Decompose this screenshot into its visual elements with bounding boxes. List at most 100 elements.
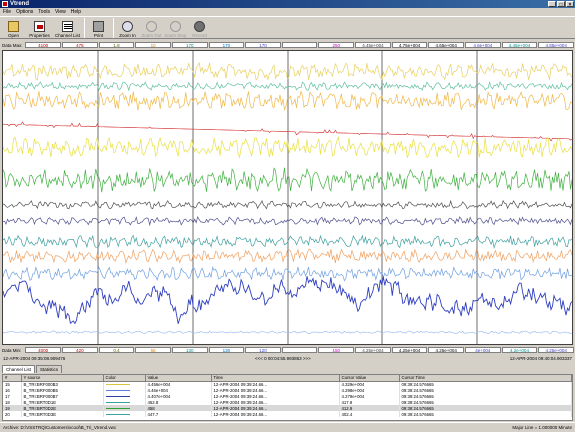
data-min-value: 4000 [25,347,61,353]
trend-trace [3,248,572,264]
trend-canvas[interactable] [3,51,572,344]
archive-path: Archive: D:\VSSTRQ\Customers\vcool\B_Tri… [3,425,117,430]
trend-trace [3,276,572,325]
data-max-value: 4.45e+004 [501,42,538,48]
data-max-value: 4100 [25,42,61,48]
data-min-value: 4.25e+004 [355,347,391,353]
zoom-stop-button[interactable]: Zoom Stop [164,17,187,39]
channel-grid[interactable]: # Y source Color Value Time Cursor Value… [2,374,573,421]
color-swatch [105,407,130,409]
trend-trace [3,215,572,227]
bottom-tabs: Channel List Statistics [2,365,63,373]
trend-trace [3,330,572,335]
row-source: B_TRI:BRT0D3E [21,411,104,417]
menu-file[interactable]: File [3,8,11,16]
color-swatch [105,389,130,391]
toolbar-separator [84,18,85,38]
color-swatch [105,401,130,403]
data-max-value: 1.8 [98,42,135,48]
data-max-label: Data Max: [2,42,23,48]
row-value: 447.7 [145,411,212,417]
menu-view[interactable]: View [55,8,66,16]
trend-trace [3,266,572,282]
properties-button[interactable]: Properties [26,17,53,39]
minimize-button[interactable]: _ [548,1,556,8]
data-min-value: 130 [208,347,245,353]
major-line-info: Major Line = 1.000000 Minute [512,425,572,430]
trend-trace [3,167,572,193]
trend-trace [3,199,572,210]
data-max-bar: Data Max: 4100 475 1.8 10 170 170 170 250 4.45e+… [0,41,575,49]
data-min-value: 0.4 [98,347,135,353]
row-time: 12-APR-2004 09:39:24.66... [211,411,340,417]
trend-trace [3,121,572,142]
record-icon [194,21,205,32]
data-max-value: 170 [245,42,281,48]
trend-plot[interactable] [2,50,573,345]
menu-tools[interactable]: Tools [38,8,50,16]
data-min-bar: Data Min: 4000 420 0.4 55 130 130 120 150 4.25e+… [0,346,575,354]
data-max-value: 4.75e+004 [391,42,428,48]
row-cursor-value: 402.4 [339,411,400,417]
tab-statistics[interactable]: Statistics [36,365,63,373]
data-min-value: 420 [62,347,98,353]
data-max-value: 170 [171,42,208,48]
trend-trace [3,136,572,159]
zoom-in-icon [122,21,133,32]
close-button[interactable]: × [566,1,574,8]
color-swatch [105,384,130,386]
data-min-label: Data Min: [2,347,22,353]
time-end: 12-APR-2004 09:40:04.903337 [509,356,572,361]
trend-trace [3,234,572,249]
data-min-value: 130 [171,347,208,353]
data-min-value: 150 [318,347,355,353]
channel-list-icon [62,21,73,32]
zoom-out-icon [146,21,157,32]
menu-options[interactable]: Options [16,8,33,16]
data-max-value: 475 [62,42,98,48]
time-axis: 12-APR-2004 09:35:08.909476 <<< 0 00:04:… [0,355,575,363]
data-max-value: 250 [318,42,355,48]
trend-trace [3,61,572,81]
data-min-value: 4.25e+004 [538,347,574,353]
menu-bar: File Options Tools View Help [0,8,575,16]
time-span[interactable]: <<< 0 00:04:55.993863 >>> [255,355,311,363]
data-max-value [281,42,318,48]
data-min-value: 55 [135,347,171,353]
table-row[interactable]: 20 B_TRI:BRT0D3E 447.7 12-APR-2004 09:39:24… [3,411,572,417]
menu-help[interactable]: Help [71,8,81,16]
trend-trace [3,80,572,92]
time-start: 12-APR-2004 09:35:08.909476 [3,356,66,361]
trend-trace [3,90,572,112]
data-min-value: 120 [245,347,281,353]
print-icon [93,21,104,32]
status-bar: Archive: D:\VSSTRQ\Customers\vcool\B_Tri… [0,422,575,432]
data-min-value: 4.2e+004 [501,347,538,353]
title-bar[interactable]: Vtrend _ □ × [0,0,575,8]
data-min-value: 4.25e+004 [428,347,465,353]
open-button[interactable]: Open [2,17,25,39]
data-max-value: 4.85e+004 [538,42,574,48]
window-title: Vtrend [10,1,30,7]
zoom-in-button[interactable]: Zoom In [116,17,139,39]
record-button[interactable]: Record [188,17,211,39]
zoom-stop-icon [170,21,181,32]
tab-channel-list[interactable]: Channel List [2,365,36,373]
color-swatch [105,413,130,415]
data-max-value: 4.6e+004 [465,42,501,48]
data-min-value [281,347,318,353]
properties-icon [34,21,45,32]
data-max-value: 170 [208,42,245,48]
toolbar: Open Properties Channel List Print Zoom … [0,16,575,39]
row-cursor-time: 09:39:24.576665 [399,411,572,417]
data-max-value: 4.45e+004 [355,42,391,48]
channel-list-button[interactable]: Channel List [54,17,81,39]
data-max-value: 10 [135,42,171,48]
folder-icon [8,21,19,32]
print-button[interactable]: Print [87,17,110,39]
zoom-out-button[interactable]: Zoom Out [140,17,163,39]
data-max-value: 4.65e+004 [428,42,465,48]
color-swatch [105,395,130,397]
maximize-button[interactable]: □ [557,1,565,8]
row-color [103,411,146,417]
